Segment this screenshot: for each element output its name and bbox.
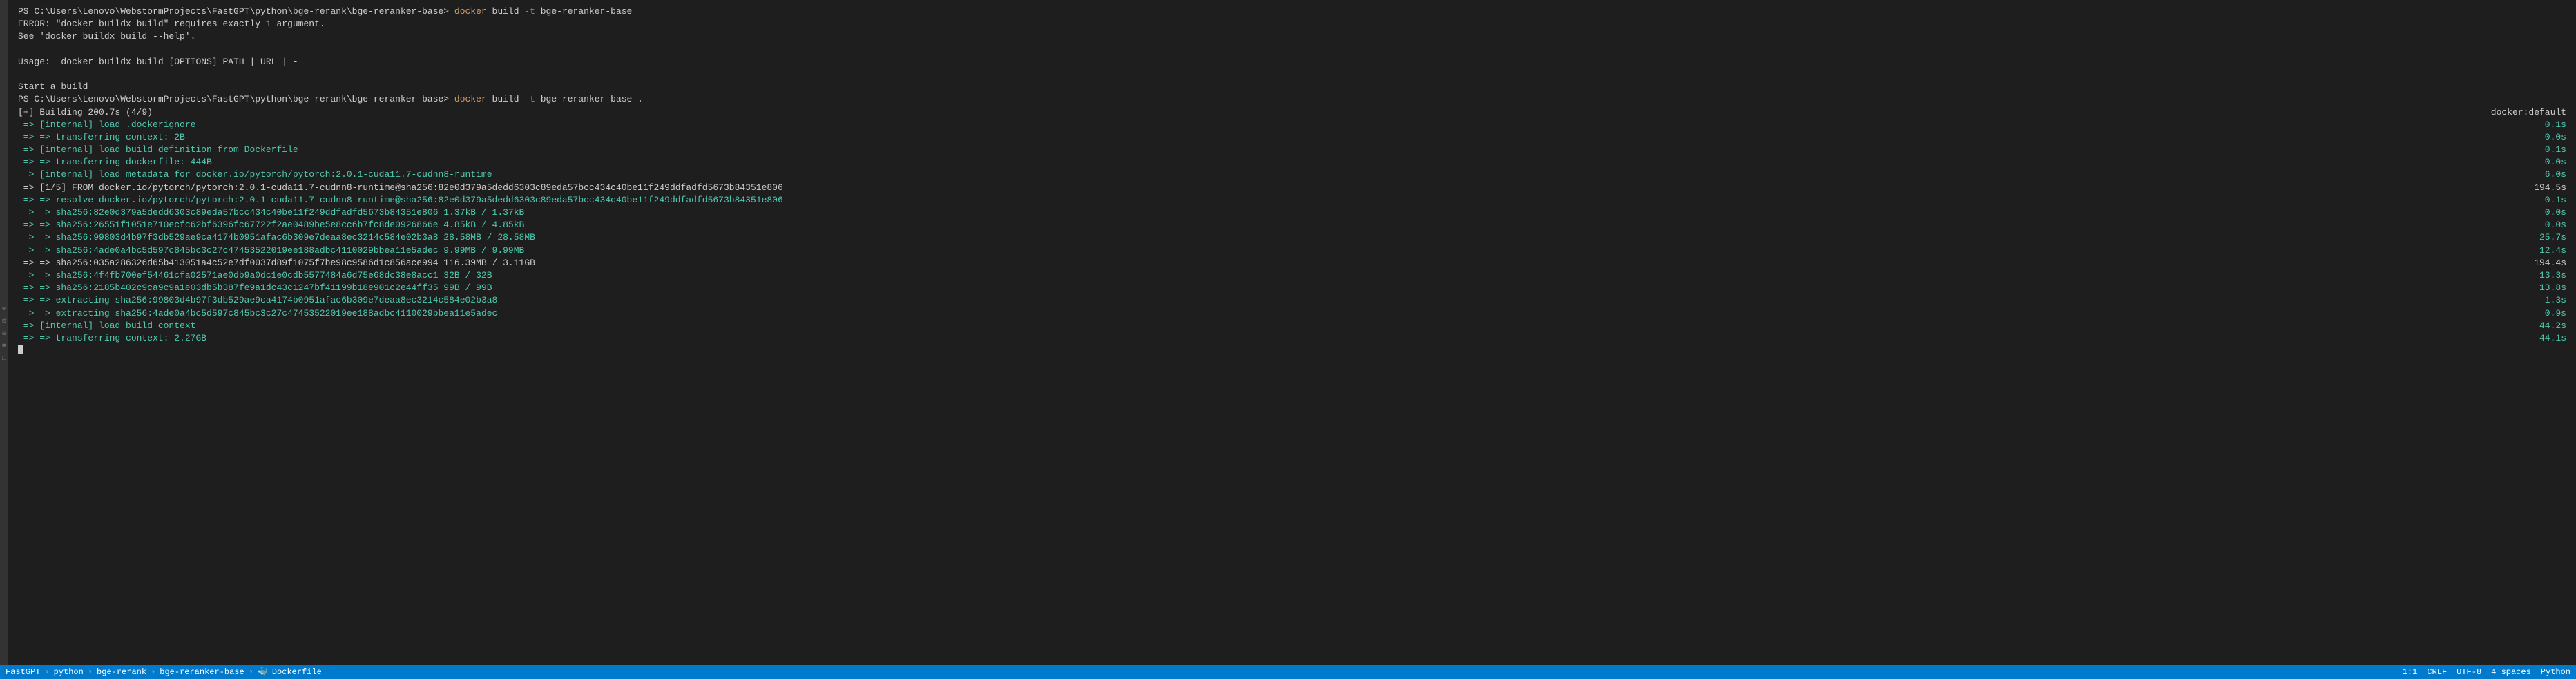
indent-setting[interactable]: 4 spaces bbox=[2491, 667, 2531, 678]
activity-bar: ⊙ ⊡ ⊟ ⊞ □ bbox=[0, 0, 8, 665]
build-progress-line: => => sha256:26551f1051e710ecfc62bf6396f… bbox=[18, 219, 2566, 231]
line-ending[interactable]: CRLF bbox=[2427, 667, 2447, 678]
prompt-line: PS C:\Users\Lenovo\WebstormProjects\Fast… bbox=[18, 6, 2566, 18]
breadcrumb: FastGPT › python › bge-rerank › bge-rera… bbox=[6, 667, 322, 678]
build-progress-line: => => sha256:99803d4b97f3db529ae9ca4174b… bbox=[18, 231, 2566, 244]
chevron-right-icon: › bbox=[44, 667, 49, 678]
terminal-output[interactable]: PS C:\Users\Lenovo\WebstormProjects\Fast… bbox=[8, 0, 2576, 665]
error-line: See 'docker buildx build --help'. bbox=[18, 30, 2566, 43]
status-bar: FastGPT › python › bge-rerank › bge-rera… bbox=[0, 665, 2576, 679]
build-progress-line: => => sha256:2185b402c9ca9c9a1e03db5b387… bbox=[18, 282, 2566, 294]
tool-icon[interactable]: ⊟ bbox=[1, 329, 8, 336]
build-progress-line: => => transferring context: 2B0.0s bbox=[18, 131, 2566, 144]
blank-line bbox=[18, 68, 2566, 81]
build-progress-line: => => sha256:4f4fb700ef54461cfa02571ae0d… bbox=[18, 269, 2566, 282]
chevron-right-icon: › bbox=[88, 667, 93, 678]
blank-line bbox=[18, 44, 2566, 56]
tool-icon[interactable]: □ bbox=[1, 354, 8, 361]
breadcrumb-item[interactable]: bge-rerank bbox=[97, 667, 146, 678]
build-progress-line: => [1/5] FROM docker.io/pytorch/pytorch:… bbox=[18, 182, 2566, 194]
build-progress-line: => => transferring context: 2.27GB44.1s bbox=[18, 332, 2566, 345]
tool-icon[interactable]: ⊡ bbox=[1, 317, 8, 324]
encoding[interactable]: UTF-8 bbox=[2457, 667, 2481, 678]
build-progress-line: => => sha256:82e0d379a5dedd6303c89eda57b… bbox=[18, 207, 2566, 219]
build-progress-line: => [internal] load metadata for docker.i… bbox=[18, 169, 2566, 181]
build-progress-line: => => transferring dockerfile: 444B0.0s bbox=[18, 156, 2566, 169]
build-progress-line: => => sha256:035a286326d65b413051a4c52e7… bbox=[18, 257, 2566, 269]
breadcrumb-item[interactable]: python bbox=[54, 667, 84, 678]
chevron-right-icon: › bbox=[151, 667, 155, 678]
build-progress-line: => => extracting sha256:99803d4b97f3db52… bbox=[18, 294, 2566, 307]
cursor-position[interactable]: 1:1 bbox=[2403, 667, 2418, 678]
cursor-line bbox=[18, 345, 2566, 354]
build-progress-line: => [internal] load .dockerignore0.1s bbox=[18, 119, 2566, 131]
prompt-line: PS C:\Users\Lenovo\WebstormProjects\Fast… bbox=[18, 93, 2566, 106]
status-right: 1:1 CRLF UTF-8 4 spaces Python bbox=[2403, 667, 2570, 678]
breadcrumb-item[interactable]: bge-reranker-base bbox=[160, 667, 244, 678]
breadcrumb-item[interactable]: FastGPT bbox=[6, 667, 40, 678]
error-line: ERROR: "docker buildx build" requires ex… bbox=[18, 18, 2566, 30]
build-progress-line: => => resolve docker.io/pytorch/pytorch:… bbox=[18, 194, 2566, 207]
usage-line: Usage: docker buildx build [OPTIONS] PAT… bbox=[18, 56, 2566, 68]
build-progress-line: => [internal] load build context44.2s bbox=[18, 320, 2566, 332]
build-progress-line: => => extracting sha256:4ade0a4bc5d597c8… bbox=[18, 307, 2566, 320]
language-mode[interactable]: Python bbox=[2541, 667, 2570, 678]
chevron-right-icon: › bbox=[249, 667, 253, 678]
tool-icon[interactable]: ⊞ bbox=[1, 342, 8, 349]
build-progress-line: => [internal] load build definition from… bbox=[18, 144, 2566, 156]
breadcrumb-item[interactable]: Dockerfile bbox=[272, 667, 322, 678]
build-progress-line: => => sha256:4ade0a4bc5d597c845bc3c27c47… bbox=[18, 245, 2566, 257]
tool-icon[interactable]: ⊙ bbox=[1, 305, 8, 312]
docker-icon: 🐳 bbox=[258, 667, 268, 678]
building-line: [+] Building 200.7s (4/9) docker:default bbox=[18, 106, 2566, 119]
start-line: Start a build bbox=[18, 81, 2566, 93]
